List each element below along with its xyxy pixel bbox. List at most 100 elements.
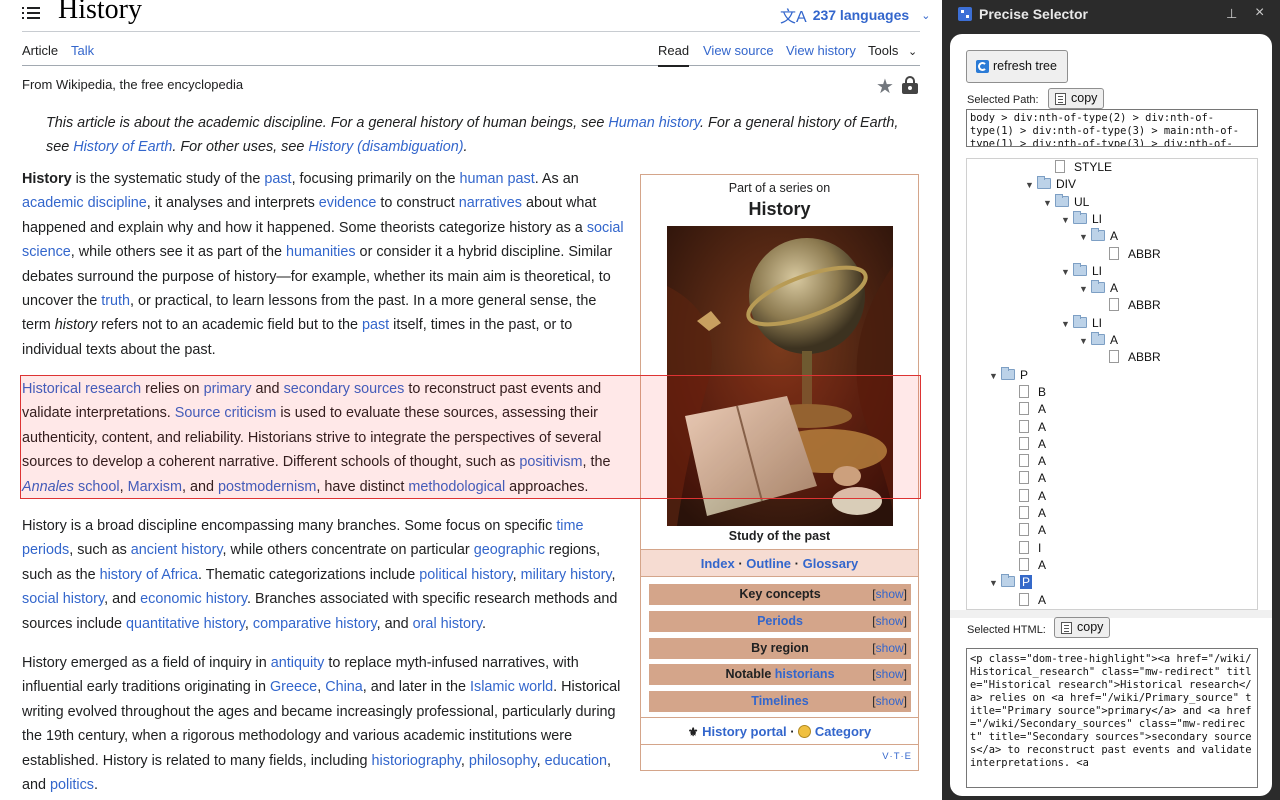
- show-link[interactable]: show: [876, 614, 904, 628]
- link-source-criticism[interactable]: Source criticism: [175, 405, 277, 421]
- tree-node[interactable]: A: [1019, 592, 1046, 609]
- link-category[interactable]: Category: [815, 724, 871, 739]
- copy-path-button[interactable]: copy: [1048, 88, 1105, 109]
- link-ancient-history[interactable]: ancient history: [131, 542, 223, 558]
- tree-node[interactable]: ABBR: [1109, 349, 1161, 366]
- tree-node[interactable]: B: [1019, 384, 1046, 401]
- tree-node[interactable]: ▼ A: [1079, 228, 1118, 245]
- link-outline[interactable]: Outline: [746, 556, 791, 571]
- link-glossary[interactable]: Glossary: [803, 556, 859, 571]
- link-narratives[interactable]: narratives: [459, 195, 522, 211]
- link-evidence[interactable]: evidence: [319, 195, 377, 211]
- show-link[interactable]: show: [876, 694, 904, 708]
- link-politics[interactable]: politics: [50, 777, 94, 793]
- link-human-past[interactable]: human past: [460, 171, 535, 187]
- expand-arrow-icon[interactable]: ▼: [989, 368, 1001, 385]
- expand-arrow-icon[interactable]: ▼: [989, 575, 1001, 592]
- show-toggle[interactable]: [show]: [872, 611, 907, 632]
- link-history-disambiguation[interactable]: History (disambiguation): [308, 139, 463, 155]
- link-truth[interactable]: truth: [101, 293, 130, 309]
- link-economic-history[interactable]: economic history: [140, 591, 247, 607]
- row-label-link[interactable]: Timelines: [751, 694, 808, 708]
- tree-node[interactable]: A: [1019, 453, 1046, 470]
- link-annales-school[interactable]: Annales school: [22, 479, 120, 495]
- tree-node[interactable]: STYLE: [1055, 159, 1112, 176]
- lock-icon[interactable]: [902, 76, 918, 94]
- infobox-row-timelines[interactable]: Timelines [show]: [649, 691, 911, 712]
- tab-view-history[interactable]: View history: [786, 43, 856, 58]
- show-link[interactable]: show: [876, 667, 904, 681]
- link-islamic-world[interactable]: Islamic world: [470, 679, 553, 695]
- expand-arrow-icon[interactable]: ▼: [1061, 212, 1073, 229]
- link-historiography[interactable]: historiography: [372, 753, 461, 769]
- link-marxism[interactable]: Marxism: [128, 479, 182, 495]
- link-social-history[interactable]: social history: [22, 591, 104, 607]
- link-humanities[interactable]: humanities: [286, 244, 356, 260]
- tree-node[interactable]: A: [1019, 401, 1046, 418]
- tree-node[interactable]: A: [1019, 505, 1046, 522]
- link-secondary-sources[interactable]: secondary sources: [284, 381, 405, 397]
- link-past[interactable]: past: [264, 171, 291, 187]
- link-greece[interactable]: Greece: [270, 679, 317, 695]
- link-comparative-history[interactable]: comparative history: [253, 616, 377, 632]
- tree-node[interactable]: A: [1019, 419, 1046, 436]
- tab-view-source[interactable]: View source: [703, 43, 774, 58]
- selected-html-textarea[interactable]: <p class="dom-tree-highlight"><a href="/…: [966, 648, 1258, 788]
- tree-node[interactable]: ▼ A: [1079, 332, 1118, 349]
- link-quantitative-history[interactable]: quantitative history: [126, 616, 245, 632]
- tree-node[interactable]: ▼ LI: [1061, 314, 1102, 332]
- infobox-row-by-region[interactable]: By region [show]: [649, 638, 911, 659]
- tab-article[interactable]: Article: [22, 43, 58, 58]
- show-link[interactable]: show: [876, 587, 904, 601]
- refresh-tree-button[interactable]: refresh tree: [966, 50, 1068, 83]
- tab-read[interactable]: Read: [658, 43, 690, 67]
- link-index[interactable]: Index: [701, 556, 735, 571]
- link-political-history[interactable]: political history: [419, 567, 512, 583]
- link-oral-history[interactable]: oral history: [413, 616, 482, 632]
- tree-node[interactable]: ▼ P: [989, 366, 1028, 385]
- tab-talk[interactable]: Talk: [71, 43, 94, 58]
- star-icon[interactable]: ★: [876, 74, 894, 99]
- link-geographic[interactable]: geographic: [474, 542, 545, 558]
- unpin-icon[interactable]: ⊥: [1226, 6, 1237, 22]
- tree-node[interactable]: I: [1019, 540, 1041, 557]
- vte-links[interactable]: V·T·E: [882, 751, 912, 762]
- expand-arrow-icon[interactable]: ▼: [1025, 177, 1037, 194]
- infobox-row-key-concepts[interactable]: Key concepts [show]: [649, 584, 911, 605]
- tree-node[interactable]: A: [1019, 488, 1046, 505]
- expand-arrow-icon[interactable]: ▼: [1043, 195, 1055, 212]
- tree-node[interactable]: ABBR: [1109, 246, 1161, 263]
- expand-arrow-icon[interactable]: ▼: [1061, 264, 1073, 281]
- link-postmodernism[interactable]: postmodernism: [218, 479, 316, 495]
- show-toggle[interactable]: [show]: [872, 638, 907, 659]
- link-primary[interactable]: primary: [204, 381, 252, 397]
- tree-node[interactable]: ABBR: [1109, 297, 1161, 314]
- link-academic-discipline[interactable]: academic discipline: [22, 195, 147, 211]
- dom-tree-view[interactable]: STYLE ▼ DIV ▼ UL ▼ LI ▼ A ABBR ▼ LI ▼ A ABBR ▼ LI ▼ A ABBR ▼…: [966, 158, 1258, 610]
- show-link[interactable]: show: [876, 641, 904, 655]
- link-education[interactable]: education: [545, 753, 607, 769]
- infobox-image[interactable]: [667, 226, 893, 526]
- link-methodological[interactable]: methodological: [408, 479, 505, 495]
- show-toggle[interactable]: [show]: [872, 691, 907, 712]
- tree-node[interactable]: A: [1019, 436, 1046, 453]
- link-past[interactable]: past: [362, 317, 389, 333]
- tree-node[interactable]: A: [1019, 470, 1046, 487]
- link-military-history[interactable]: military history: [521, 567, 612, 583]
- row-label-link[interactable]: historians: [775, 667, 835, 681]
- selected-path-textarea[interactable]: body > div:nth-of-type(2) > div:nth-of-t…: [966, 109, 1258, 147]
- tree-node[interactable]: ▼ P: [989, 574, 1033, 592]
- link-philosophy[interactable]: philosophy: [469, 753, 537, 769]
- tools-menu[interactable]: Tools ⌄: [868, 43, 917, 58]
- link-positivism[interactable]: positivism: [519, 454, 582, 470]
- link-historical-research[interactable]: Historical research: [22, 381, 141, 397]
- tree-node[interactable]: A: [1019, 557, 1046, 574]
- expand-arrow-icon[interactable]: ▼: [1079, 229, 1091, 246]
- infobox-row-notable-historians[interactable]: Notable historians [show]: [649, 664, 911, 685]
- link-antiquity[interactable]: antiquity: [271, 655, 325, 671]
- main-menu-icon[interactable]: [22, 4, 40, 20]
- link-china[interactable]: China: [325, 679, 363, 695]
- row-label-link[interactable]: Periods: [757, 614, 803, 628]
- copy-html-button[interactable]: copy: [1054, 617, 1111, 638]
- tree-node[interactable]: ▼ LI: [1061, 210, 1102, 229]
